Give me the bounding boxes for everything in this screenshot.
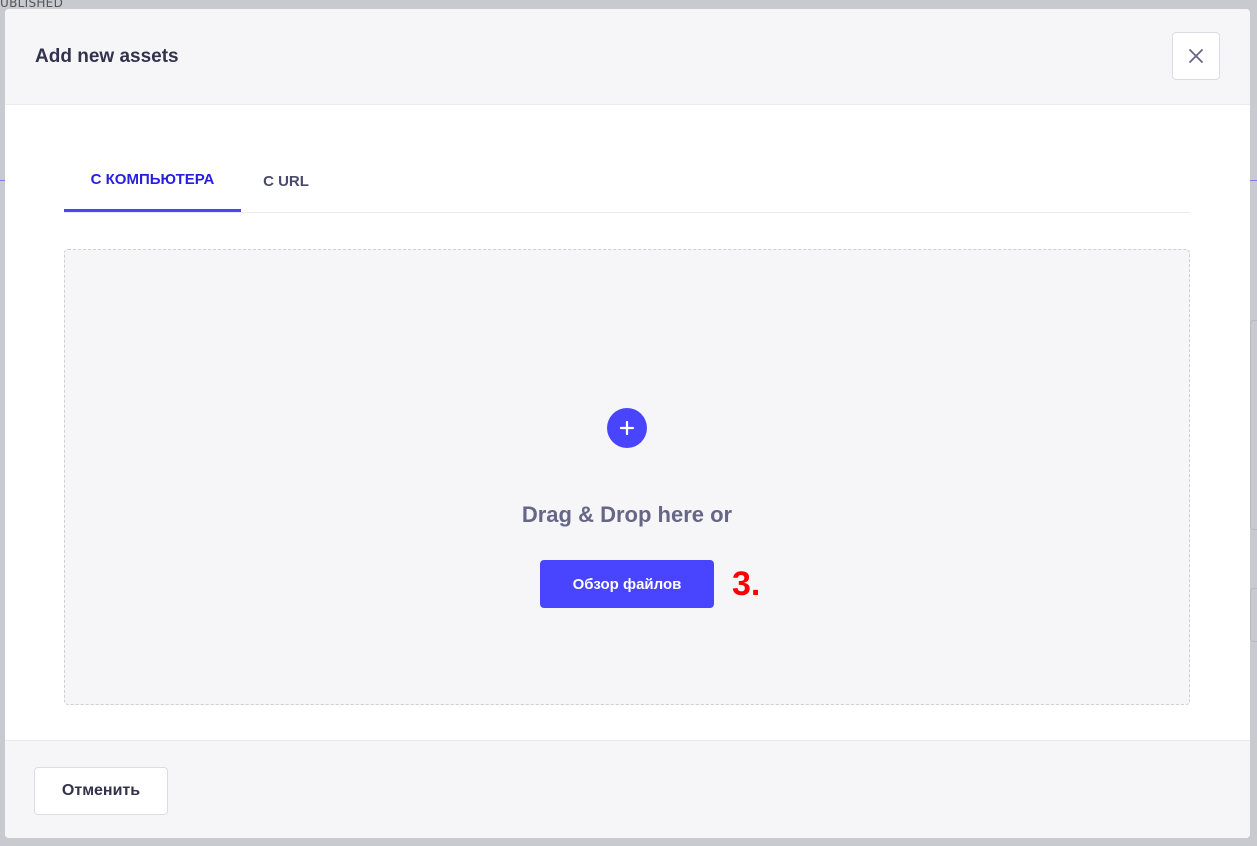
modal-header: Add new assets bbox=[5, 9, 1250, 105]
add-assets-modal: Add new assets С КОМПЬЮТЕРА С URL Drag &… bbox=[5, 9, 1250, 838]
dropzone-text: Drag & Drop here or bbox=[521, 502, 733, 527]
tab-from-url[interactable]: С URL bbox=[246, 149, 326, 213]
close-icon bbox=[1189, 49, 1203, 63]
close-button[interactable] bbox=[1172, 32, 1220, 80]
step-marker-annotation: 3. bbox=[732, 565, 761, 603]
modal-footer: Отменить bbox=[5, 740, 1250, 838]
background-input-edge bbox=[1250, 588, 1257, 642]
cancel-button[interactable]: Отменить bbox=[34, 767, 168, 815]
modal-title: Add new assets bbox=[35, 46, 179, 67]
plus-circle-icon bbox=[607, 408, 647, 448]
background-divider-right bbox=[1250, 180, 1257, 181]
upload-source-tabs: С КОМПЬЮТЕРА С URL bbox=[64, 149, 1190, 213]
background-panel-edge bbox=[1250, 320, 1257, 530]
tab-from-computer[interactable]: С КОМПЬЮТЕРА bbox=[64, 149, 241, 212]
browse-files-button[interactable]: Обзор файлов bbox=[540, 560, 714, 608]
file-dropzone[interactable]: Drag & Drop here or Обзор файлов 3. bbox=[64, 249, 1190, 705]
